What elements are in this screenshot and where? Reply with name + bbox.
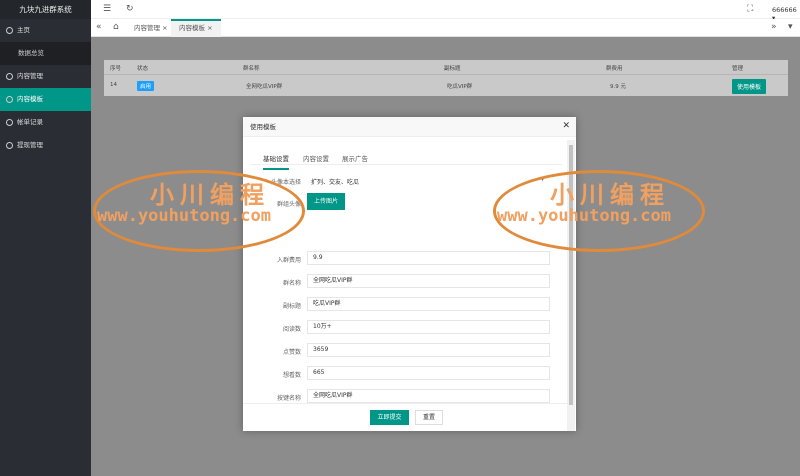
submit-button[interactable]: 立即提交 (370, 410, 409, 425)
table-header: 序号 (110, 66, 122, 72)
tab-content-settings[interactable]: 内容设置 (303, 153, 329, 163)
watermark-name: 小川编程 (150, 180, 270, 209)
tabs-left-icon[interactable]: « (96, 22, 102, 32)
tabs-menu-icon[interactable]: ▾ (788, 22, 793, 32)
home-icon (6, 27, 13, 34)
field-label: 点赞数 (282, 349, 301, 356)
template-icon (6, 96, 13, 103)
tab-templates[interactable]: 内容模板 × (171, 19, 221, 37)
upload-button[interactable]: 上传图片 (307, 193, 345, 210)
tab-ads[interactable]: 展示广告 (342, 153, 368, 163)
sidebar-item-label: 内容模板 (17, 95, 43, 103)
username: 666666 (772, 6, 797, 14)
tab-bar: « ⌂ 内容管理 × 内容模板 × » ▾ (91, 19, 800, 37)
field-label: 想看数 (282, 372, 301, 379)
sidebar-item-bills[interactable]: 帐单记录 (0, 111, 91, 134)
row-name: 全网吃瓜VIP群 (246, 84, 283, 90)
like-count-field[interactable]: 3659 (307, 343, 550, 357)
dialog-title: 使用模板 (243, 117, 576, 137)
withdraw-icon (6, 142, 13, 149)
watermark-url: www.youhutong.com (497, 206, 671, 226)
row-subtitle: 吃瓜VIP群 (447, 84, 473, 90)
close-icon[interactable]: ✕ (562, 121, 570, 131)
reset-button[interactable]: 重置 (415, 410, 443, 425)
subtitle-field[interactable]: 吃瓜VIP群 (307, 297, 550, 311)
tab-basic[interactable]: 基础设置 (263, 153, 289, 170)
fee-field[interactable]: 9.9 (307, 251, 550, 265)
sidebar-item-label: 主页 (17, 26, 30, 34)
table-header: 管理 (732, 66, 744, 72)
top-bar: ☰ ↻ ⛶ 666666 ▾ (91, 0, 800, 22)
field-label: 按键名称 (276, 395, 301, 402)
table-header: 状态 (137, 66, 149, 72)
sidebar-item-home[interactable]: 主页 (0, 19, 91, 42)
sidebar: 九块九进群系统 主页 数据总览 内容管理 内容模板 帐单记录 提现管理 (0, 0, 91, 476)
content-icon (6, 73, 13, 80)
table-header: 群费用 (606, 66, 623, 72)
template-table: 序号 状态 群名称 副标题 群费用 管理 14 启用 全网吃瓜VIP群 吃瓜VI… (104, 60, 788, 96)
watermark-url: www.youhutong.com (97, 206, 271, 226)
use-template-button[interactable]: 使用模板 (732, 79, 767, 94)
tab-label: 内容管理 (134, 24, 160, 32)
app-title: 九块九进群系统 (0, 0, 91, 19)
watermark-name: 小川编程 (550, 180, 670, 209)
sidebar-item-label: 内容管理 (17, 72, 43, 80)
home-tab-icon[interactable]: ⌂ (113, 22, 119, 32)
field-label: 副标题 (282, 303, 301, 310)
group-name-field[interactable]: 全网吃瓜VIP群 (307, 274, 550, 288)
sidebar-item-label: 提现管理 (17, 141, 43, 149)
sidebar-item-templates[interactable]: 内容模板 (0, 88, 91, 111)
read-count-field[interactable]: 10万+ (307, 320, 550, 334)
menu-toggle-icon[interactable]: ☰ (103, 4, 111, 14)
sidebar-item-content[interactable]: 内容管理 (0, 65, 91, 88)
row-id: 14 (110, 82, 117, 88)
sidebar-item-label: 数据总览 (18, 49, 44, 57)
table-header: 副标题 (444, 66, 461, 72)
button-name-field[interactable]: 全网吃瓜VIP群 (307, 389, 550, 403)
field-label: 入群费用 (276, 257, 301, 264)
field-label: 群名称 (282, 280, 301, 287)
sidebar-item-label: 帐单记录 (17, 118, 43, 126)
tab-label: 内容模板 (179, 24, 205, 32)
bill-icon (6, 119, 13, 126)
tag-value: 扩列、交友、吃瓜 (311, 179, 360, 186)
refresh-icon[interactable]: ↻ (126, 4, 134, 14)
tab-content[interactable]: 内容管理 × (126, 19, 176, 37)
sidebar-item-withdraw[interactable]: 提现管理 (0, 134, 91, 157)
want-count-field[interactable]: 665 (307, 366, 550, 380)
field-label: 阅读数 (282, 326, 301, 333)
row-fee: 9.9 元 (610, 84, 626, 90)
fullscreen-icon[interactable]: ⛶ (747, 4, 753, 14)
status-badge: 启用 (137, 81, 155, 91)
sidebar-item-overview[interactable]: 数据总览 (0, 42, 91, 65)
tabs-right-icon[interactable]: » (771, 22, 777, 32)
table-header: 群名称 (243, 66, 260, 72)
